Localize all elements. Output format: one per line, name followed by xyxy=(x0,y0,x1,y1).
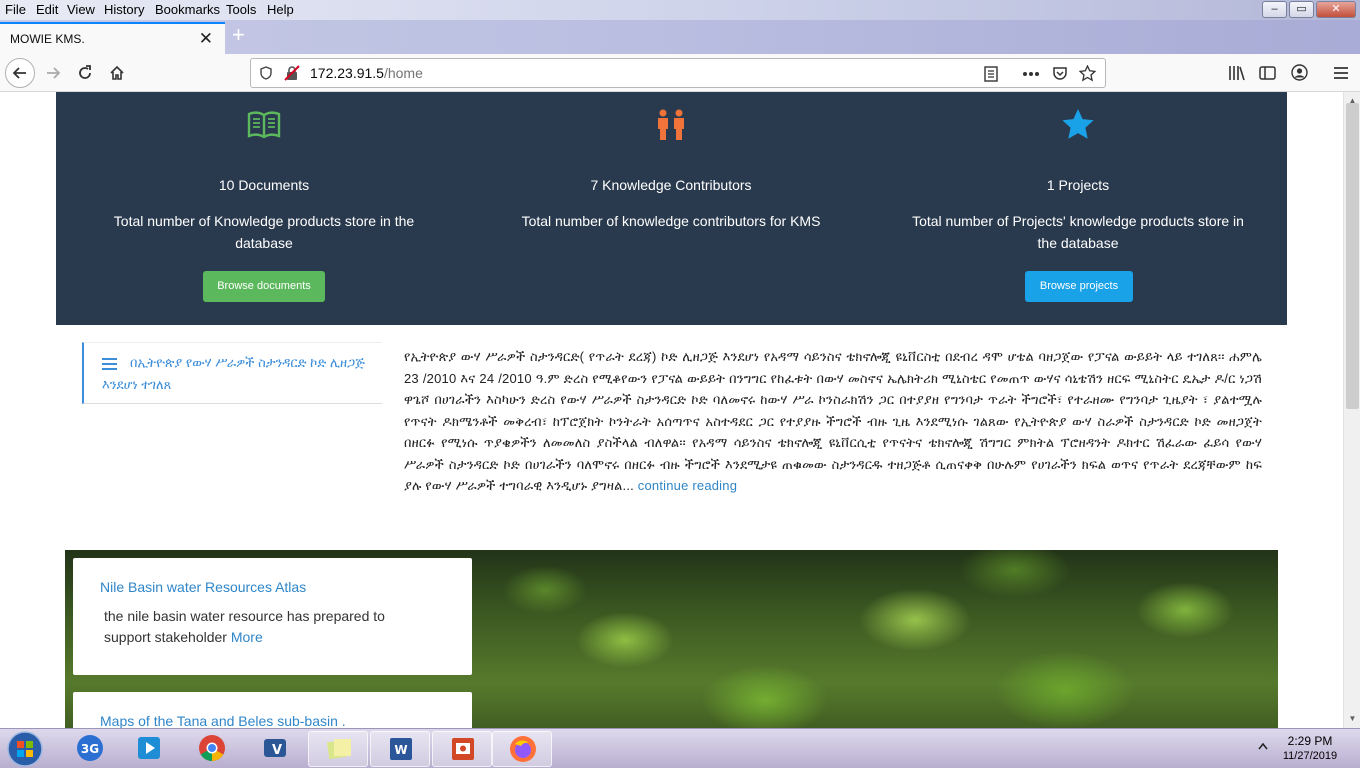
url-host: 172.23.91.5 xyxy=(310,65,384,81)
url-path: /home xyxy=(383,65,423,81)
documents-count: 10 Documents xyxy=(218,177,310,193)
sticky-notes-icon xyxy=(326,739,351,760)
taskbar-firefox[interactable] xyxy=(492,731,552,767)
bookmark-star-icon[interactable] xyxy=(1079,65,1096,82)
taskbar-sticky-notes[interactable] xyxy=(308,731,368,767)
stats-section: 10 Documents Total number of Knowledge p… xyxy=(56,92,1287,325)
minimize-button[interactable]: – xyxy=(1262,1,1287,18)
menu-history[interactable]: History xyxy=(104,2,144,17)
account-icon[interactable] xyxy=(1291,64,1308,81)
back-button[interactable] xyxy=(5,58,35,88)
taskbar-powerpoint[interactable] xyxy=(432,731,492,767)
maps-card-title[interactable]: Maps of the Tana and Beles sub-basin . xyxy=(100,713,346,728)
browse-documents-button[interactable]: Browse documents xyxy=(203,271,325,302)
3g-modem-icon: 3G xyxy=(77,735,103,761)
back-arrow-icon xyxy=(12,67,26,79)
url-bar[interactable]: 172.23.91.5/home xyxy=(250,58,1106,88)
contributors-description: Total number of knowledge contributors f… xyxy=(521,213,821,229)
system-clock[interactable]: 2:29 PM 11/27/2019 xyxy=(1270,734,1350,764)
tab-mowie-kms[interactable]: MOWIE KMS. ✕ xyxy=(0,22,225,54)
media-player-icon xyxy=(138,737,160,759)
reload-icon xyxy=(79,65,91,79)
taskbar-word[interactable]: W xyxy=(370,731,430,767)
sidebar-icon[interactable] xyxy=(1259,65,1276,81)
firefox-icon xyxy=(510,736,536,762)
projects-description: Total number of Projects' knowledge prod… xyxy=(912,213,1244,251)
tab-title: MOWIE KMS. xyxy=(10,32,85,46)
home-button[interactable] xyxy=(102,58,132,88)
taskbar-vpn[interactable]: V xyxy=(245,731,305,767)
menu-tools[interactable]: Tools xyxy=(226,2,256,17)
taskbar-chrome[interactable] xyxy=(182,731,242,767)
taskbar-media-player[interactable] xyxy=(119,731,179,767)
vpn-icon: V xyxy=(264,739,286,758)
scroll-down-arrow-icon[interactable]: ▼ xyxy=(1346,712,1359,725)
svg-text:W: W xyxy=(394,743,407,757)
reader-view-icon[interactable] xyxy=(984,66,998,82)
home-icon xyxy=(110,65,124,80)
news-article: የኢትዮጵያ ውሃ ሥራዎች ስታንዳርድ( የጥራት ደረጃ) ኮድ ሊዘጋጅ… xyxy=(404,346,1262,497)
menu-edit[interactable]: Edit xyxy=(36,2,58,17)
projects-count: 1 Projects xyxy=(1046,177,1110,193)
hamburger-menu-icon[interactable] xyxy=(1333,66,1349,80)
menu-bookmarks[interactable]: Bookmarks xyxy=(155,2,220,17)
article-body: የኢትዮጵያ ውሃ ሥራዎች ስታንዳርድ( የጥራት ደረጃ) ኮድ ሊዘጋጅ… xyxy=(404,349,1262,493)
powerpoint-icon xyxy=(452,738,474,760)
url-text: 172.23.91.5/home xyxy=(310,65,423,81)
menu-bar: File Edit View History Bookmarks Tools H… xyxy=(0,0,1360,20)
atlas-more-link[interactable]: More xyxy=(231,629,263,645)
atlas-card-text: the nile basin water resource has prepar… xyxy=(104,606,434,648)
clock-date: 11/27/2019 xyxy=(1282,750,1338,762)
browse-projects-button[interactable]: Browse projects xyxy=(1025,271,1133,302)
library-icon[interactable] xyxy=(1228,65,1246,81)
word-icon: W xyxy=(390,738,412,760)
atlas-card: Nile Basin water Resources Atlas the nil… xyxy=(73,558,472,675)
page-actions-icon[interactable] xyxy=(1022,71,1040,77)
leaf-banner: Nile Basin water Resources Atlas the nil… xyxy=(65,550,1278,728)
scrollbar-thumb[interactable] xyxy=(1346,103,1359,409)
window-controls: – ▭ ✕ xyxy=(1262,1,1356,18)
start-button-icon[interactable] xyxy=(6,730,44,768)
windows-taskbar: 3G V W 2:29 PM 11/27/2019 xyxy=(0,728,1360,768)
menu-help[interactable]: Help xyxy=(267,2,294,17)
page-content: 10 Documents Total number of Knowledge p… xyxy=(0,92,1343,728)
tray-expand-icon[interactable] xyxy=(1258,742,1268,750)
chrome-icon xyxy=(199,735,225,762)
documents-description: Total number of Knowledge products store… xyxy=(113,213,415,251)
news-sidebar-item[interactable]: በኢትዮጵያ የውሃ ሥራዎች ስታንዳርድ ኮድ ሊዘጋጅ እንደሆነ ተገለ… xyxy=(82,342,382,404)
forward-arrow-icon xyxy=(47,67,61,79)
forward-button[interactable] xyxy=(38,58,68,88)
insecure-lock-icon[interactable] xyxy=(284,65,300,81)
news-title[interactable]: በኢትዮጵያ የውሃ ሥራዎች ስታንዳርድ ኮድ ሊዘጋጅ እንደሆነ ተገለ… xyxy=(102,352,382,396)
maps-card: Maps of the Tana and Beles sub-basin . xyxy=(73,692,472,728)
tab-close-icon[interactable]: ✕ xyxy=(199,29,213,49)
navigation-toolbar: 172.23.91.5/home xyxy=(0,54,1360,92)
atlas-card-title[interactable]: Nile Basin water Resources Atlas xyxy=(100,579,306,595)
page-scrollbar[interactable]: ▲ ▼ xyxy=(1343,92,1360,728)
site-info-icon[interactable] xyxy=(259,66,273,80)
svg-text:V: V xyxy=(272,743,282,758)
taskbar-3g-app[interactable]: 3G xyxy=(60,731,120,767)
reload-button[interactable] xyxy=(70,58,100,88)
menu-view[interactable]: View xyxy=(67,2,95,17)
maximize-button[interactable]: ▭ xyxy=(1289,1,1314,18)
continue-reading-link[interactable]: continue reading xyxy=(634,478,737,493)
tab-strip: MOWIE KMS. ✕ + xyxy=(0,20,1360,54)
pocket-icon[interactable] xyxy=(1052,65,1068,81)
book-icon xyxy=(247,111,281,139)
contributors-count: 7 Knowledge Contributors xyxy=(590,177,752,193)
star-icon xyxy=(1062,109,1094,139)
clock-time: 2:29 PM xyxy=(1287,734,1333,748)
close-window-button[interactable]: ✕ xyxy=(1316,1,1356,18)
svg-text:3G: 3G xyxy=(81,742,99,756)
menu-file[interactable]: File xyxy=(5,2,26,17)
new-tab-button[interactable]: + xyxy=(232,22,245,48)
people-icon xyxy=(658,109,684,140)
